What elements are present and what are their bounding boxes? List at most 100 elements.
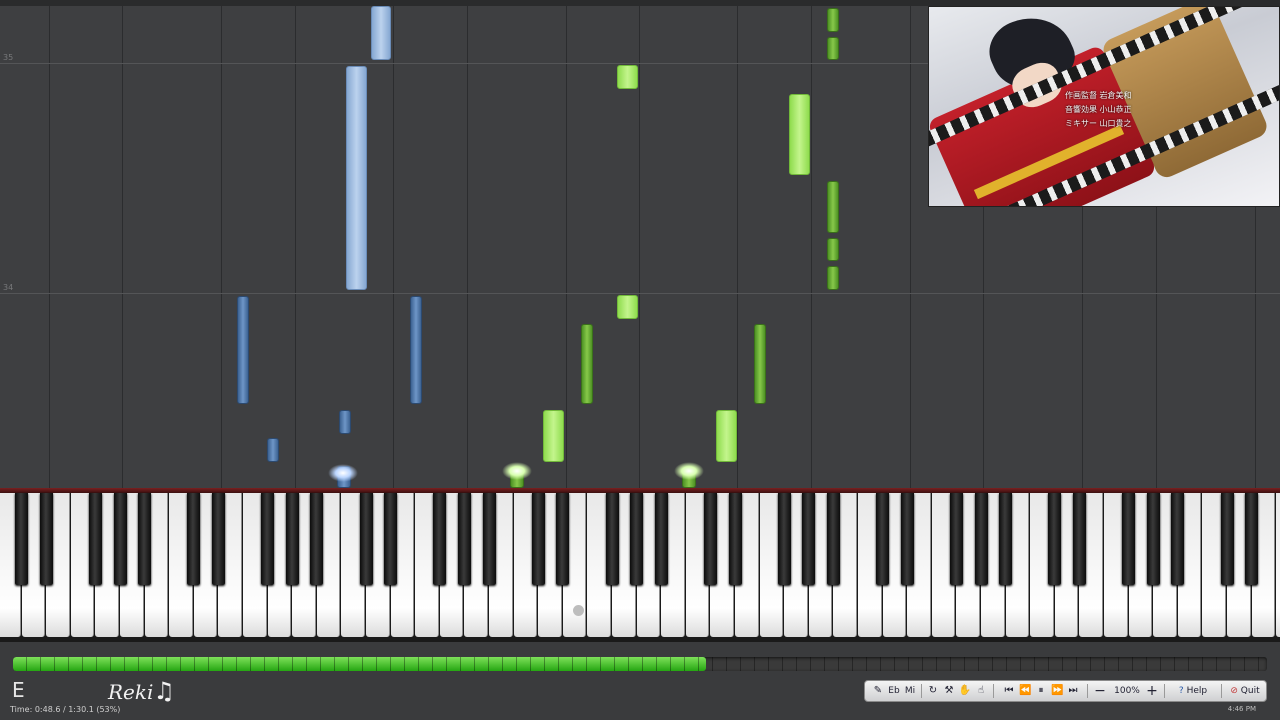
black-key[interactable] [1072, 493, 1086, 585]
black-key[interactable] [261, 493, 275, 585]
toolbar-separator [993, 684, 994, 698]
note-right-hand [827, 181, 839, 233]
time-readout: Time: 0:48.6 / 1:30.1 (53%) [10, 705, 121, 714]
piano-keyboard[interactable] [0, 488, 1280, 642]
black-key[interactable] [1245, 493, 1259, 585]
octave-line [393, 6, 394, 488]
left-hand-icon[interactable]: ✋ [958, 681, 972, 701]
black-key[interactable] [211, 493, 225, 585]
note-left-hand [267, 438, 279, 462]
black-key[interactable] [1220, 493, 1234, 585]
measure-number: 34 [3, 283, 14, 292]
note-left-hand [371, 6, 391, 60]
pause-icon[interactable]: ⏸ [1035, 681, 1047, 701]
octave-line [221, 6, 222, 488]
black-key[interactable] [900, 493, 914, 585]
white-key[interactable] [1276, 493, 1280, 637]
quit-button[interactable]: ⊘ Quit [1224, 681, 1266, 701]
key-hit-spark-icon [502, 462, 532, 480]
black-key[interactable] [457, 493, 471, 585]
black-key[interactable] [728, 493, 742, 585]
black-key[interactable] [1048, 493, 1062, 585]
black-key[interactable] [999, 493, 1013, 585]
credit-line: ミキサー 山口貴之 [1065, 119, 1132, 128]
microphone-icon[interactable]: ✎ [871, 681, 885, 701]
skip-end-icon[interactable]: ⏭ [1067, 681, 1079, 701]
credit-line: 音響効果 小山恭正 [1065, 105, 1132, 114]
toolbar-separator [921, 684, 922, 698]
black-key[interactable] [113, 493, 127, 585]
clock-readout: 4:46 PM [1227, 705, 1256, 713]
black-key[interactable] [1146, 493, 1160, 585]
right-hand-icon[interactable]: ☝ [974, 681, 988, 701]
black-key[interactable] [88, 493, 102, 585]
black-key[interactable] [949, 493, 963, 585]
credit-line: 作画監督 岩倉美和 [1065, 91, 1132, 100]
black-key[interactable] [39, 493, 53, 585]
black-key[interactable] [310, 493, 324, 585]
quit-label: Quit [1240, 686, 1260, 696]
zoom-in-icon[interactable]: + [1146, 681, 1158, 701]
octave-line [49, 6, 50, 488]
note-names-button[interactable]: Mi [903, 681, 917, 701]
black-key[interactable] [974, 493, 988, 585]
black-key[interactable] [433, 493, 447, 585]
status-strip: E Time: 0:48.6 / 1:30.1 (53%) Reki♫ ✎ Eb… [0, 671, 1280, 720]
black-key[interactable] [187, 493, 201, 585]
key-hit-spark-icon [328, 464, 358, 482]
song-progress-bar[interactable] [13, 657, 1267, 671]
note-left-hand [346, 66, 367, 290]
help-button[interactable]: ? Help [1168, 681, 1218, 701]
black-key[interactable] [138, 493, 152, 585]
progress-ticks [13, 657, 1267, 671]
note-right-hand [754, 324, 766, 404]
octave-line [639, 6, 640, 488]
logo-text: Reki [108, 680, 154, 704]
octave-line [467, 6, 468, 488]
toolbar-separator [1221, 684, 1222, 698]
black-key[interactable] [802, 493, 816, 585]
toolbar-separator [1087, 684, 1088, 698]
note-right-hand [543, 410, 564, 462]
black-key[interactable] [359, 493, 373, 585]
black-key[interactable] [826, 493, 840, 585]
channel-logo: Reki♫ [108, 677, 175, 705]
note-right-hand [716, 410, 737, 462]
help-icon: ? [1178, 686, 1184, 696]
black-key[interactable] [556, 493, 570, 585]
black-key[interactable] [605, 493, 619, 585]
note-right-hand [581, 324, 593, 404]
black-key[interactable] [777, 493, 791, 585]
skip-start-icon[interactable]: ⏮ [1003, 681, 1015, 701]
black-key[interactable] [1122, 493, 1136, 585]
key-sig-button[interactable]: Eb [886, 681, 902, 701]
black-key[interactable] [384, 493, 398, 585]
zoom-out-icon[interactable]: − [1094, 681, 1106, 701]
black-key[interactable] [285, 493, 299, 585]
black-key[interactable] [15, 493, 29, 585]
note-right-hand [827, 8, 839, 32]
rewind-icon[interactable]: ⏪ [1019, 681, 1031, 701]
octave-line [122, 6, 123, 488]
fast-forward-icon[interactable]: ⏩ [1051, 681, 1063, 701]
octave-line [295, 6, 296, 488]
octave-line [566, 6, 567, 488]
black-key[interactable] [630, 493, 644, 585]
note-right-hand [789, 94, 810, 175]
loop-icon[interactable]: ↻ [926, 681, 940, 701]
toolbar-separator [1164, 684, 1165, 698]
black-key[interactable] [1171, 493, 1185, 585]
measure-line [0, 293, 1280, 294]
playback-toolbar: ✎ Eb Mi ↻ ⚒ ✋ ☝ ⏮ ⏪ ⏸ ⏩ ⏭ − 100% + ? Hel… [864, 680, 1267, 702]
music-note-icon: ♫ [153, 677, 175, 705]
black-key[interactable] [482, 493, 496, 585]
note-right-hand [827, 37, 839, 60]
key-signature-label: E [12, 678, 25, 702]
black-key[interactable] [703, 493, 717, 585]
black-key[interactable] [531, 493, 545, 585]
black-key[interactable] [654, 493, 668, 585]
note-right-hand [617, 65, 638, 89]
black-key[interactable] [876, 493, 890, 585]
octave-line [910, 6, 911, 488]
metronome-icon[interactable]: ⚒ [942, 681, 956, 701]
